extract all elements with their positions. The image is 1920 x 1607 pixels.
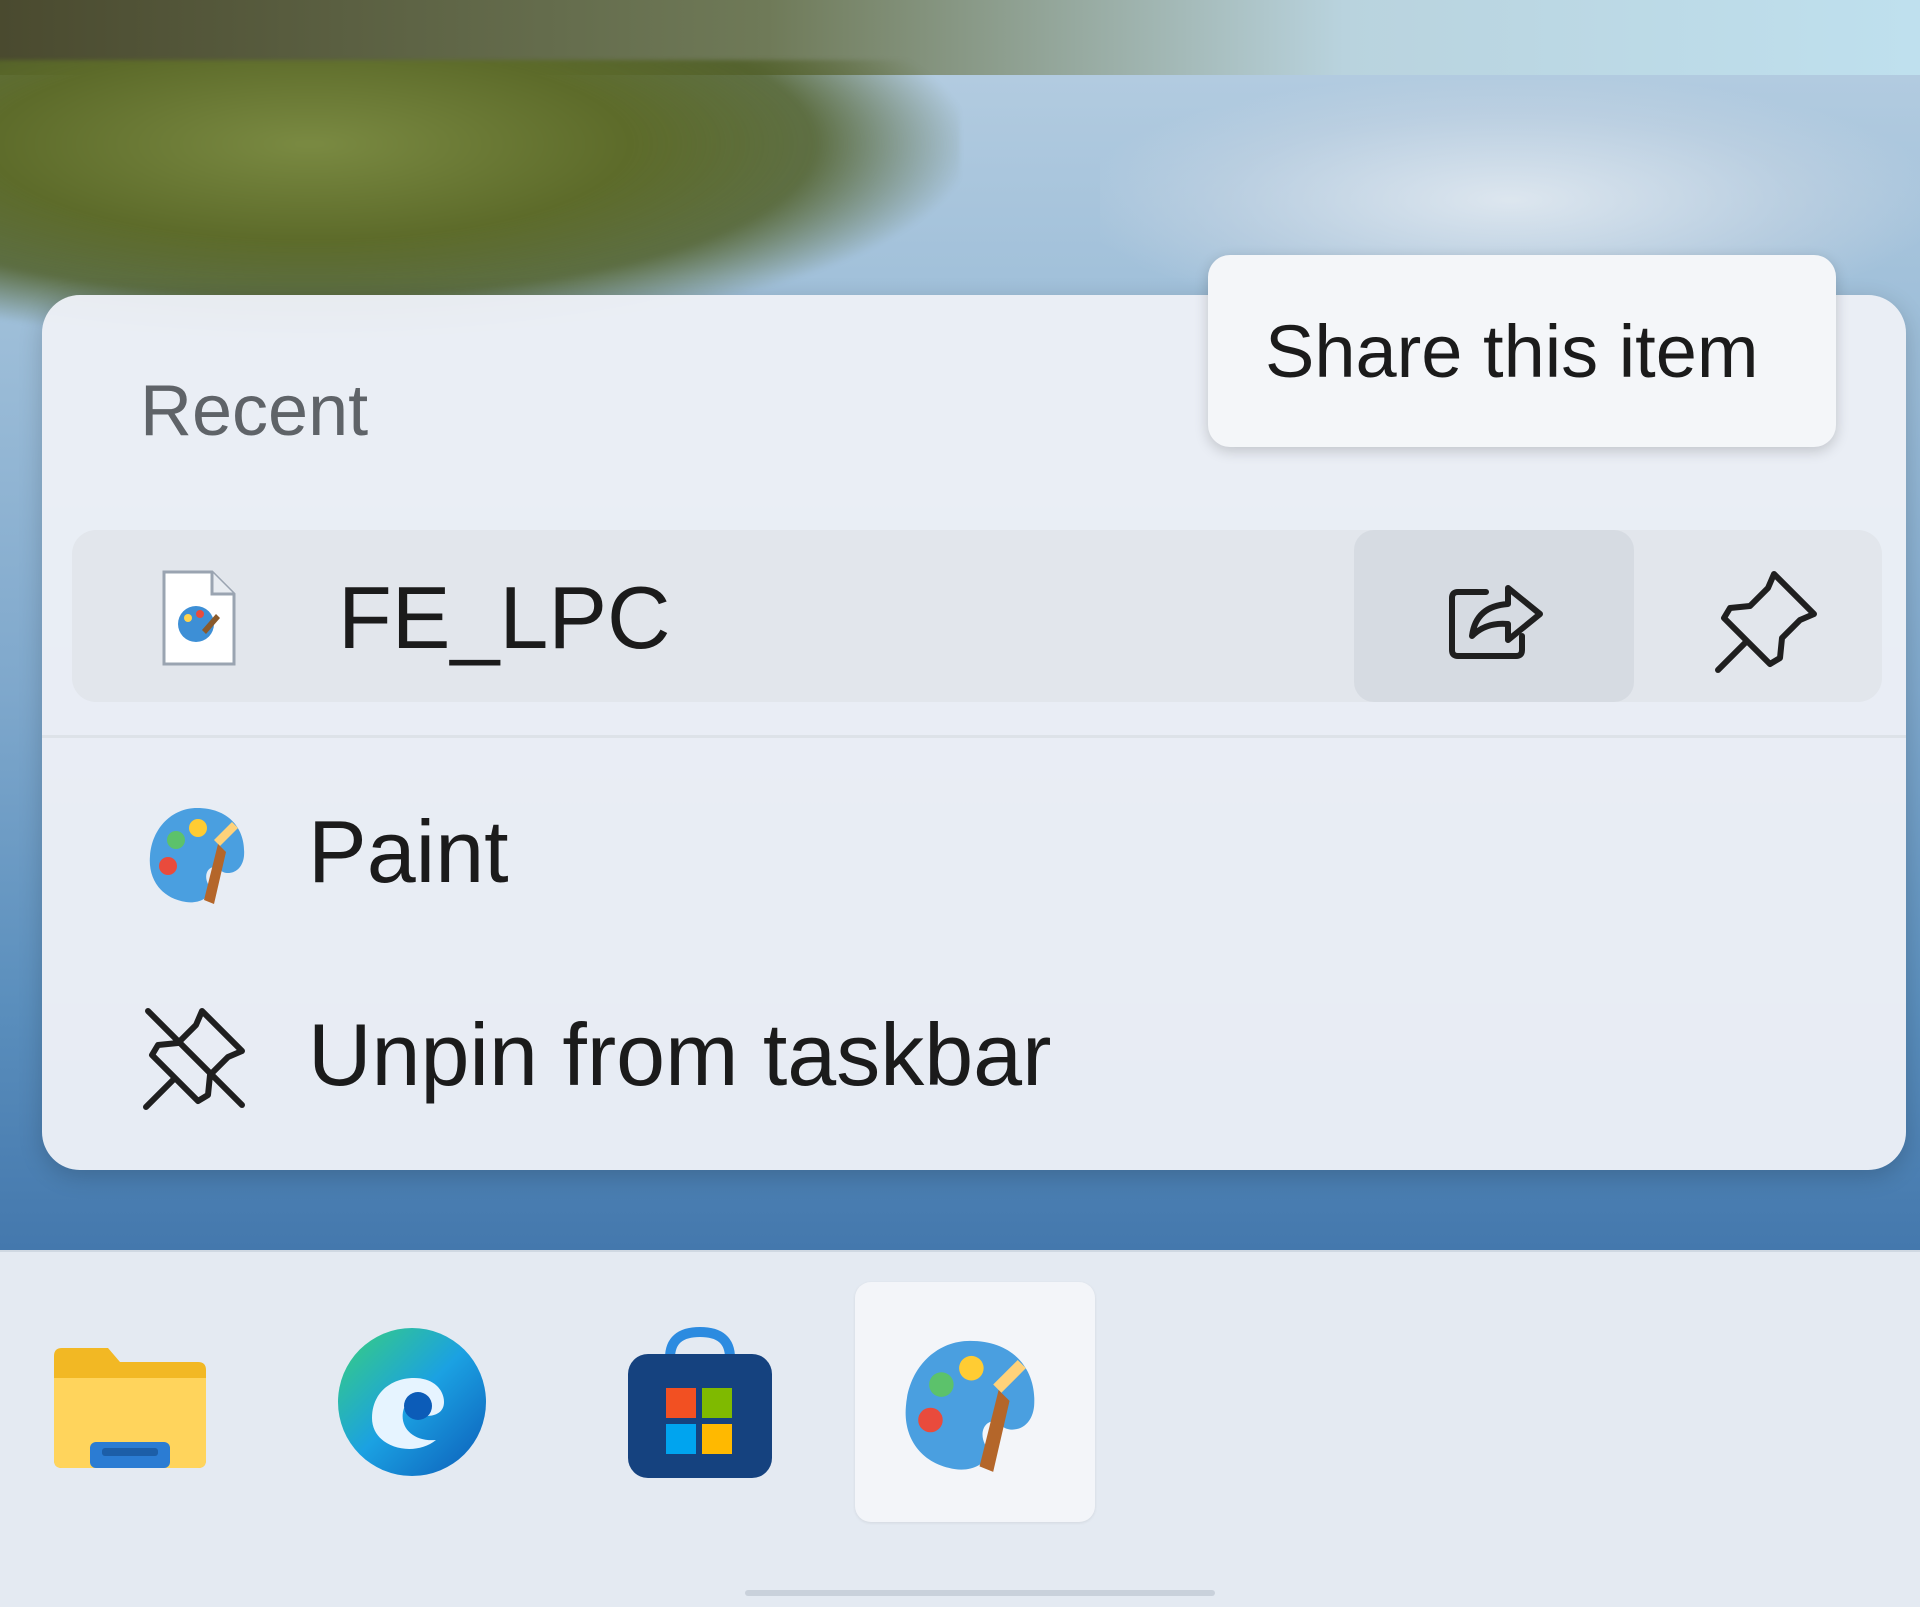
share-button[interactable] bbox=[1354, 530, 1634, 702]
share-icon bbox=[1446, 572, 1546, 667]
taskbar bbox=[0, 1250, 1920, 1607]
share-tooltip: Share this item bbox=[1208, 255, 1836, 447]
unpin-icon bbox=[140, 1003, 250, 1118]
taskbar-button-store[interactable] bbox=[590, 1282, 830, 1522]
paint-app-icon bbox=[142, 800, 252, 915]
menu-item-label: Unpin from taskbar bbox=[308, 1005, 1052, 1104]
section-label-recent: Recent bbox=[140, 371, 369, 451]
taskbar-button-edge[interactable] bbox=[300, 1282, 540, 1522]
taskbar-scroll-indicator bbox=[745, 1590, 1215, 1596]
store-icon bbox=[620, 1324, 780, 1489]
pin-icon bbox=[1712, 566, 1822, 681]
menu-item-label: Paint bbox=[308, 802, 509, 901]
taskbar-button-file-explorer[interactable] bbox=[10, 1282, 250, 1522]
paint-document-icon bbox=[158, 568, 238, 668]
edge-icon bbox=[332, 1322, 492, 1487]
paint-app-icon bbox=[895, 1330, 1045, 1485]
recent-item-fe-lpc[interactable]: FE_LPC bbox=[72, 530, 1882, 702]
menu-divider bbox=[42, 735, 1906, 738]
taskbar-button-paint[interactable] bbox=[855, 1282, 1095, 1522]
menu-item-unpin-from-taskbar[interactable]: Unpin from taskbar bbox=[42, 965, 1906, 1145]
menu-item-paint[interactable]: Paint bbox=[42, 760, 1906, 940]
tooltip-text: Share this item bbox=[1265, 310, 1759, 393]
file-explorer-icon bbox=[50, 1342, 210, 1477]
recent-item-label: FE_LPC bbox=[338, 568, 671, 667]
pin-button[interactable] bbox=[1632, 530, 1882, 702]
